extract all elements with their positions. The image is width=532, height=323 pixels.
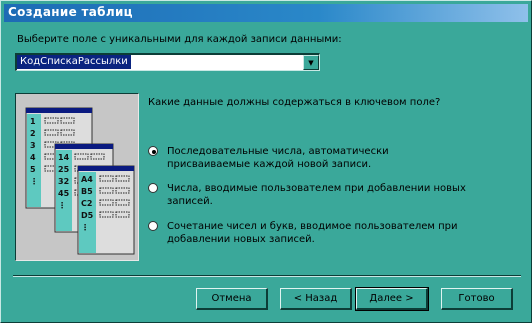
radio-mixed[interactable] <box>148 221 158 231</box>
illustration-row-label: 45 <box>58 189 70 198</box>
title-bar: Создание таблиц <box>4 4 528 22</box>
illustration-row-label: 2 <box>30 129 36 138</box>
illustration-row-label: 25 <box>58 165 70 174</box>
illustration-row-label: D5 <box>81 211 94 220</box>
dropdown-arrow-button[interactable]: ▼ <box>303 55 319 70</box>
illustration-row-label: 4 <box>30 153 36 162</box>
key-illustration: 1 2 3 4 5 ⋮ 14 25 32 45 ⋮ A4 B5 C2 D5 ⋮ <box>15 93 139 261</box>
illustration-row-label: 5 <box>30 165 36 174</box>
illustration-row-label: ⋮ <box>58 201 66 210</box>
radio-autonumber[interactable] <box>148 146 158 156</box>
window-title: Создание таблиц <box>8 5 133 19</box>
option-autonumber-label: Последовательные числа, автоматически пр… <box>167 146 389 170</box>
button-separator <box>13 275 521 277</box>
illustration-row-label: 1 <box>30 117 36 126</box>
key-field-select-value: КодСпискаРассылки <box>17 55 131 69</box>
finish-button[interactable]: Готово <box>441 288 513 310</box>
stacked-tables-illustration: 12345⋮ 14253245⋮ A4B5C2D5⋮ <box>25 107 135 255</box>
illustration-row-label: 14 <box>58 153 70 162</box>
illustration-row-label: B5 <box>81 187 93 196</box>
next-button[interactable]: Далее > <box>355 287 429 311</box>
key-field-select[interactable]: КодСпискаРассылки ▼ <box>15 53 320 71</box>
field-prompt-label: Выберите поле с уникальными для каждой з… <box>17 34 342 45</box>
illustration-row-label: 32 <box>58 177 69 186</box>
key-question: Какие данные должны содержаться в ключев… <box>148 97 441 108</box>
illustration-row-label: 3 <box>30 141 36 150</box>
illustration-row-label: C2 <box>81 199 92 208</box>
option-user-numbers-label: Числа, вводимые пользователем при добавл… <box>167 183 466 207</box>
illustration-row-label: A4 <box>81 175 93 184</box>
radio-user-numbers[interactable] <box>148 183 158 193</box>
back-button[interactable]: < Назад <box>280 288 352 310</box>
table-card-3: A4 B5 C2 D5 ⋮ <box>77 165 135 255</box>
option-mixed-label: Сочетание чисел и букв, вводимое пользов… <box>167 221 458 245</box>
create-table-wizard-window: Создание таблиц Выберите поле с уникальн… <box>0 0 532 323</box>
illustration-row-label: ⋮ <box>30 177 38 186</box>
illustration-row-label: ⋮ <box>81 223 89 232</box>
cancel-button[interactable]: Отмена <box>196 288 268 310</box>
